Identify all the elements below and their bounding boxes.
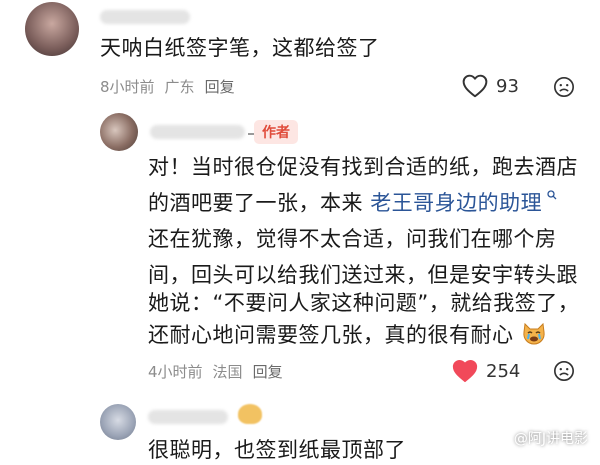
avatar-sticker bbox=[238, 404, 262, 424]
like-button[interactable]: 254 bbox=[452, 359, 520, 383]
comment-line-2: 的酒吧要了一张，本来 老王哥身边的助理 bbox=[148, 189, 557, 218]
comment-line-4: 间，回头可以给我们送过来，但是安宇转头跟 bbox=[148, 263, 578, 287]
watermark: @阿J讲电影 bbox=[496, 428, 588, 448]
author-avatar[interactable] bbox=[100, 113, 138, 151]
mention-link[interactable]: 老王哥身边的助理 bbox=[370, 191, 542, 215]
like-count: 93 bbox=[496, 75, 519, 97]
like-button[interactable]: 93 bbox=[462, 74, 519, 98]
comment-line-1: 对！当时很仓促没有找到合适的纸，跑去酒店 bbox=[148, 155, 578, 179]
heart-icon bbox=[452, 359, 478, 383]
comment-location: 法国 bbox=[212, 363, 243, 381]
comment-line-6: 还耐心地问需要签几张，真的很有耐心 bbox=[148, 321, 547, 350]
comment-time: 4小时前 bbox=[148, 363, 203, 381]
comment-meta: 8小时前 广东 回复 bbox=[100, 76, 235, 97]
comment-line-2-text: 的酒吧要了一张，本来 bbox=[148, 191, 363, 215]
heart-icon bbox=[462, 74, 488, 98]
search-icon bbox=[547, 190, 557, 200]
comment-line-3: 还在犹豫，觉得不太合适，问我们在哪个房 bbox=[148, 227, 557, 251]
crying-cat-emoji bbox=[523, 322, 545, 345]
like-count: 254 bbox=[486, 360, 521, 382]
comment-time: 8小时前 bbox=[100, 78, 155, 96]
sad-face-icon[interactable] bbox=[553, 360, 575, 382]
avatar[interactable] bbox=[25, 2, 79, 56]
username-blurred[interactable] bbox=[100, 10, 190, 24]
watermark-text: @阿J讲电影 bbox=[513, 431, 588, 447]
reply-button[interactable]: 回复 bbox=[205, 76, 235, 97]
comment-location: 广东 bbox=[164, 78, 195, 96]
watermark-logo-icon bbox=[496, 431, 510, 445]
avatar[interactable] bbox=[100, 404, 136, 440]
comment-meta: 4小时前 法国 回复 bbox=[148, 361, 283, 382]
reply-button[interactable]: 回复 bbox=[253, 361, 283, 382]
username-blurred[interactable] bbox=[148, 410, 228, 424]
author-badge: 作者 bbox=[254, 120, 298, 144]
author-name-blurred[interactable] bbox=[150, 125, 245, 139]
comment-text: 很聪明，也签到纸最顶部了 bbox=[148, 438, 406, 462]
comment-line-6-text: 还耐心地问需要签几张，真的很有耐心 bbox=[148, 323, 514, 347]
sad-face-icon[interactable] bbox=[553, 76, 575, 98]
comment-text: 天呐白纸签字笔，这都给签了 bbox=[100, 36, 380, 60]
comment-line-5: 她说：“不要问人家这种问题”，就给我签了， bbox=[148, 291, 580, 315]
